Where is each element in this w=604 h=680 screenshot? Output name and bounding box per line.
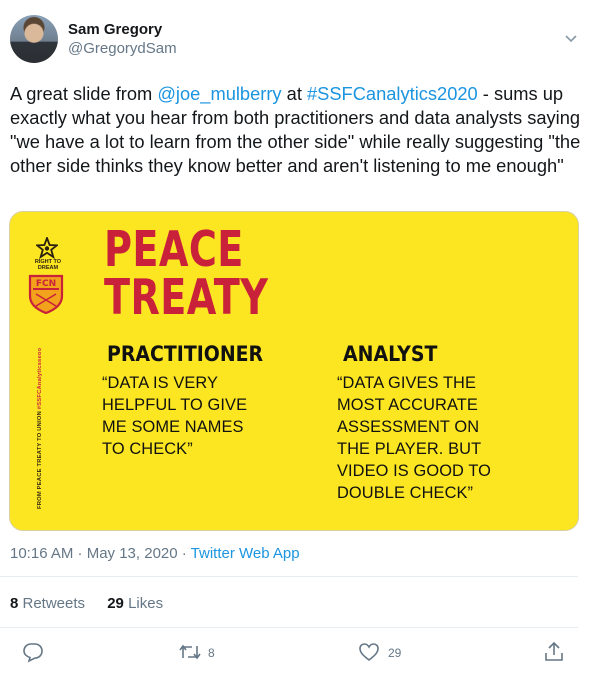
hashtag-link[interactable]: #SSFCanalytics2020 <box>307 83 478 104</box>
tweet-meta: 10:16 AM · May 13, 2020 · Twitter Web Ap… <box>10 545 300 562</box>
author-name[interactable]: Sam Gregory <box>68 21 162 38</box>
analyst-quote: “DATA GIVES THE MOST ACCURATE ASSESSMENT… <box>337 372 491 504</box>
like-action-count: 29 <box>388 646 402 660</box>
avatar[interactable] <box>10 15 58 63</box>
tweet-text: A great slide from @joe_mulberry at #SSF… <box>10 82 585 178</box>
timestamp[interactable]: 10:16 AM · May 13, 2020 · <box>10 545 191 562</box>
retweet-icon <box>179 644 201 660</box>
slide-title-line: PEACE <box>104 221 244 278</box>
tweet-image[interactable]: RIGHT TO DREAM FCN FROM PEACE TREATY TO … <box>9 211 579 531</box>
retweets-stat[interactable]: 8 Retweets <box>10 595 85 612</box>
tweet-text-part: A great slide from <box>10 83 158 104</box>
quote-line: TO CHECK” <box>102 440 193 458</box>
quote-line: THE PLAYER. BUT <box>337 440 482 458</box>
like-count: 29 <box>107 595 124 612</box>
quote-line: DOUBLE CHECK” <box>337 484 474 502</box>
quote-line: HELPFUL TO GIVE <box>102 396 248 414</box>
retweets-label: Retweets <box>18 595 86 612</box>
like-button[interactable]: 29 <box>358 641 414 663</box>
tweet-text-part: at <box>281 83 307 104</box>
slide-title: PEACE TREATY <box>104 221 269 326</box>
quote-line: MOST ACCURATE <box>337 396 478 414</box>
vertical-caption-hashtag: #SSFCAnalyticsseoo <box>37 347 43 410</box>
divider <box>0 627 578 628</box>
heart-icon <box>359 643 379 662</box>
quote-line: ASSESSMENT ON <box>337 418 480 436</box>
practitioner-heading: PRACTITIONER <box>107 342 264 366</box>
likes-stat[interactable]: 29 Likes <box>107 595 163 612</box>
quote-line: VIDEO IS GOOD TO <box>337 462 492 480</box>
reply-button[interactable] <box>22 641 46 663</box>
engagement-stats: 8 Retweets 29 Likes <box>10 595 163 612</box>
mention-link[interactable]: @joe_mulberry <box>157 83 281 104</box>
club-crest-icon: FCN <box>28 274 64 314</box>
tweet: Sam Gregory @GregorydSam A great slide f… <box>0 0 600 680</box>
share-button[interactable] <box>543 641 565 663</box>
likes-label: Likes <box>123 595 164 612</box>
share-icon <box>545 641 563 661</box>
divider <box>0 576 578 577</box>
practitioner-quote: “DATA IS VERY HELPFUL TO GIVE ME SOME NA… <box>102 372 247 460</box>
retweet-button[interactable]: 8 <box>178 641 228 663</box>
retweet-action-count: 8 <box>208 646 215 660</box>
analyst-heading: ANALYST <box>343 342 438 366</box>
vertical-caption: FROM PEACE TREATY TO UNION #SSFCAnalytic… <box>37 348 43 509</box>
logo-text: RIGHT TO DREAM <box>34 259 62 271</box>
crest-text: FCN <box>36 279 56 289</box>
source-link[interactable]: Twitter Web App <box>191 545 300 562</box>
chevron-down-icon[interactable] <box>563 30 579 46</box>
quote-line: “DATA IS VERY <box>102 374 219 392</box>
reply-icon <box>23 643 43 663</box>
vertical-caption-text: FROM PEACE TREATY TO UNION <box>37 409 43 509</box>
quote-line: ME SOME NAMES <box>102 418 244 436</box>
star-logo-icon <box>36 237 58 259</box>
slide-title-line: TREATY <box>104 269 269 326</box>
quote-line: “DATA GIVES THE <box>337 374 477 392</box>
author-handle[interactable]: @GregorydSam <box>68 40 177 57</box>
